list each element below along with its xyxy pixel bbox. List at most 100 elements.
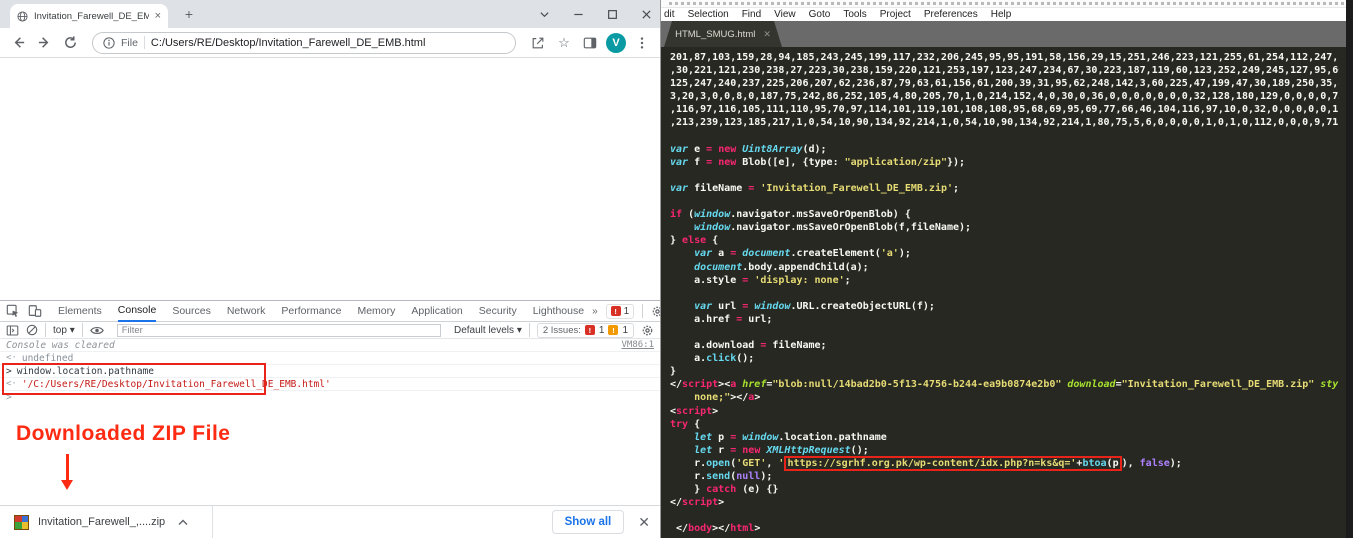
devtools-tab-bar: Elements Console Sources Network Performance… (0, 301, 694, 322)
console-result-string: '/C:/Users/RE/Desktop/Invitation_Farewel… (21, 378, 331, 390)
console-log: Console was cleared VM86:1 <· undefined … (0, 339, 660, 404)
code-line: var a = document.createElement('a'); (694, 248, 911, 260)
avatar[interactable]: V (606, 32, 626, 53)
editor-menu-goto[interactable]: Goto (809, 9, 831, 20)
code-line: window.navigator.msSaveOrOpenBlob(f,file… (694, 222, 972, 234)
browser-menu-icon[interactable] (632, 33, 652, 53)
downloaded-file-item[interactable]: Invitation_Farewell_,....zip (0, 506, 202, 538)
downloads-bar-close-icon[interactable]: ✕ (638, 514, 650, 531)
devtools-tab-memory[interactable]: Memory (357, 302, 395, 321)
console-row-input[interactable]: > window.location.pathname (0, 365, 660, 378)
window-minimize-icon[interactable] (572, 8, 584, 20)
issues-label: 2 Issues: (542, 324, 581, 336)
browser-tab[interactable]: Invitation_Farewell_DE_EMB × (10, 4, 168, 28)
editor-tab-close-icon[interactable]: ✕ (763, 29, 771, 40)
console-prompt-row[interactable]: > (0, 391, 660, 404)
editor-tab[interactable]: HTML_SMUG.html ✕ (664, 21, 782, 47)
code-line: a.download = fileName; (670, 340, 827, 352)
new-tab-button[interactable]: + (180, 6, 198, 24)
reload-icon[interactable] (60, 33, 80, 53)
editor-titlebar-text (669, 2, 1345, 5)
editor-menu-find[interactable]: Find (742, 9, 761, 20)
editor-menu-dit[interactable]: dit (664, 9, 675, 20)
code-line: a.click(); (670, 353, 755, 365)
devtools-tab-elements[interactable]: Elements (58, 302, 102, 321)
page-content (0, 58, 660, 300)
window-close-icon[interactable] (640, 8, 652, 20)
window-chevron-down-icon[interactable] (538, 8, 550, 20)
back-icon[interactable] (8, 33, 28, 53)
console-input-text: window.location.pathname (16, 365, 155, 377)
editor-menubar: dit Selection Find View Goto Tools Project Pref… (661, 8, 1353, 21)
devtools-tab-network[interactable]: Network (227, 302, 266, 321)
code-line: ,213,239,123,185,217,1,0,54,10,90,134,92… (670, 117, 1339, 129)
devtools-tab-sources[interactable]: Sources (172, 302, 211, 321)
divider (212, 505, 214, 538)
editor-menu-selection[interactable]: Selection (688, 9, 729, 20)
editor-tab-bar: HTML_SMUG.html ✕ (661, 21, 1353, 47)
side-panel-icon[interactable] (580, 33, 600, 53)
console-sidebar-icon[interactable] (6, 324, 19, 337)
console-settings-gear-icon[interactable] (641, 324, 654, 337)
clear-console-icon[interactable] (26, 324, 38, 336)
share-icon[interactable] (528, 33, 548, 53)
context-selector[interactable]: top ▾ (53, 325, 75, 336)
browser-toolbar: File C:/Users/RE/Desktop/Invitation_Fare… (0, 28, 660, 58)
code-line: 201,87,103,159,28,94,185,243,245,199,117… (670, 52, 1339, 63)
window-controls (538, 0, 652, 28)
tab-close-icon[interactable]: × (155, 10, 161, 22)
code-line: var f = new Blob([e], {type: "applicatio… (670, 156, 966, 168)
code-line: a.href = url; (670, 313, 773, 325)
console-source-link[interactable]: VM86:1 (621, 340, 654, 350)
editor-scrollbar-strip[interactable] (1346, 0, 1353, 538)
editor-menu-view[interactable]: View (774, 9, 796, 20)
info-icon[interactable] (103, 36, 115, 49)
editor-code[interactable]: 201,87,103,159,28,94,185,243,245,199,117… (661, 47, 1339, 535)
editor-menu-help[interactable]: Help (991, 9, 1012, 20)
code-line: } else { (670, 235, 719, 247)
divider (642, 304, 644, 318)
device-toolbar-icon[interactable] (28, 304, 42, 318)
address-prefix: File (121, 36, 138, 49)
editor-window: dit Selection Find View Goto Tools Project Pref… (660, 0, 1353, 538)
download-chevron-up-icon[interactable] (178, 519, 188, 526)
code-line: var fileName = 'Invitation_Farewell_DE_E… (670, 182, 960, 194)
browser-window: Invitation_Farewell_DE_EMB × + File C:/U… (0, 0, 694, 538)
inspect-element-icon[interactable] (6, 304, 20, 318)
globe-icon (17, 10, 28, 22)
downloads-bar: Invitation_Farewell_,....zip Show all ✕ (0, 505, 660, 538)
address-bar[interactable]: File C:/Users/RE/Desktop/Invitation_Fare… (92, 31, 516, 54)
devtools-tab-performance[interactable]: Performance (281, 302, 341, 321)
annotation-text: Downloaded ZIP File (16, 422, 231, 445)
devtools-tab-application[interactable]: Application (411, 302, 462, 321)
code-line: none;"></a> (694, 392, 761, 404)
default-levels-dropdown[interactable]: Default levels ▾ (454, 325, 522, 336)
live-expression-eye-icon[interactable] (89, 325, 104, 336)
issue-warning-icon: ! (608, 325, 619, 335)
show-all-button[interactable]: Show all (551, 510, 625, 534)
code-line: let p = window.location.pathname (694, 431, 887, 443)
window-maximize-icon[interactable] (606, 8, 618, 20)
code-line: document.body.appendChild(a); (694, 261, 869, 273)
bookmark-star-icon[interactable]: ☆ (554, 33, 574, 53)
error-badge[interactable]: ! 1 (605, 303, 635, 319)
code-line: if (window.navigator.msSaveOrOpenBlob) { (670, 209, 911, 221)
editor-menu-project[interactable]: Project (880, 9, 911, 20)
devtools-tab-console[interactable]: Console (117, 301, 157, 322)
code-line: } (670, 366, 677, 378)
forward-icon[interactable] (34, 33, 54, 53)
code-line: </script><a href="blob:null/14bad2b0-5f1… (670, 379, 1339, 391)
more-tabs-icon[interactable]: » (592, 306, 598, 317)
devtools-tab-lighthouse[interactable]: Lighthouse (533, 302, 584, 321)
code-line: </body></html> (670, 523, 761, 535)
issues-badge[interactable]: 2 Issues: ! 1 ! 1 (536, 322, 634, 338)
divider (528, 323, 530, 337)
code-line: ,116,97,116,105,111,110,95,70,97,114,101… (670, 104, 1339, 116)
console-filter-input[interactable] (116, 323, 441, 337)
annotation-arrow (66, 454, 69, 481)
editor-menu-preferences[interactable]: Preferences (924, 9, 978, 20)
devtools-tab-security[interactable]: Security (479, 302, 517, 321)
editor-menu-tools[interactable]: Tools (843, 9, 866, 20)
